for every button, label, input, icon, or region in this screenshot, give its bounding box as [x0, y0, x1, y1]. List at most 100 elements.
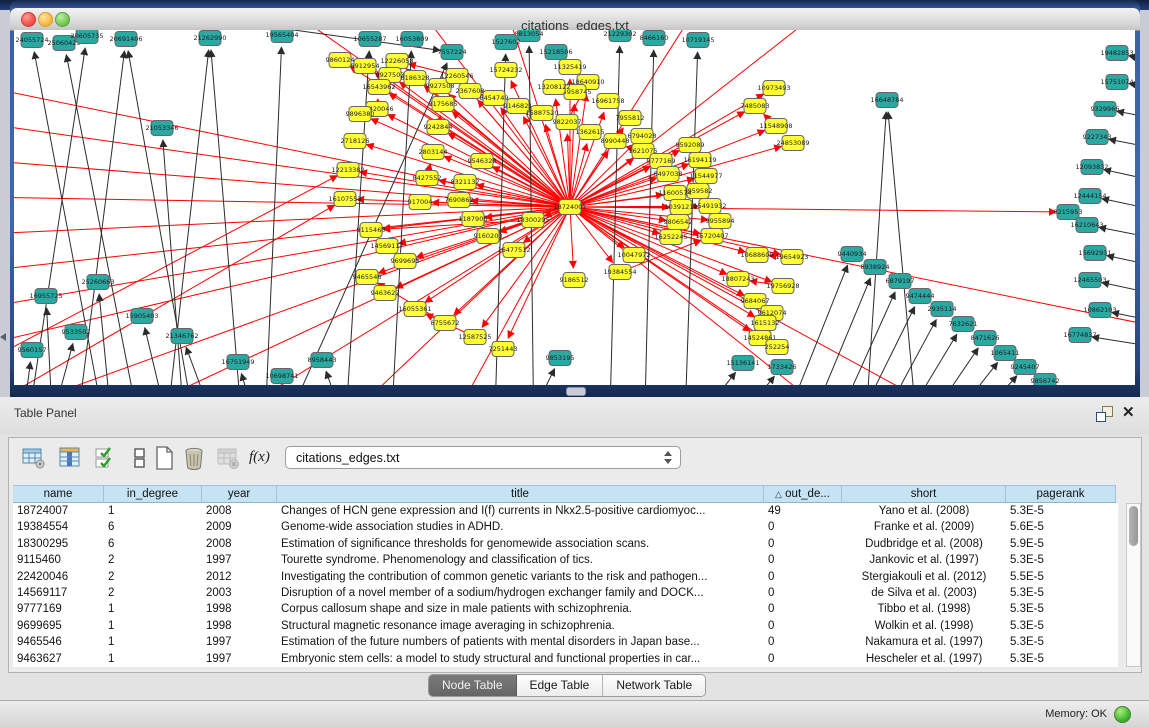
network-node[interactable]: 1733426 [768, 360, 797, 375]
network-edge[interactable] [1117, 111, 1135, 122]
network-node[interactable]: 10698741 [265, 369, 298, 384]
network-node[interactable]: 15692931 [1078, 246, 1111, 261]
network-node[interactable]: 11548908 [759, 119, 792, 134]
network-node[interactable]: 19756928 [766, 279, 799, 294]
network-edge[interactable] [714, 376, 774, 385]
network-node[interactable]: 15218506 [539, 45, 572, 60]
table-cell[interactable]: Changes of HCN gene expression and I(f) … [277, 503, 764, 519]
network-node[interactable]: 16648784 [870, 93, 903, 108]
column-header-name[interactable]: name [13, 485, 104, 503]
network-canvas[interactable]: 2405572425060425206057352069140621262990… [14, 30, 1135, 385]
network-node[interactable]: 917004 [408, 195, 433, 210]
table-cell[interactable]: 0 [764, 618, 842, 634]
table-cell[interactable]: Genome-wide association studies in ADHD. [277, 519, 764, 535]
network-edge[interactable] [1102, 199, 1135, 214]
stacked-boxes-icon[interactable] [127, 445, 153, 471]
network-node[interactable]: 8938924 [861, 260, 890, 275]
table-row[interactable]: 946554611997Estimation of the future num… [13, 634, 1118, 650]
table-cell[interactable]: Tourette syndrome. Phenomenology and cla… [277, 552, 764, 568]
network-node[interactable]: 16107553 [328, 192, 361, 207]
network-edge[interactable] [163, 140, 186, 385]
table-cell[interactable]: 49 [764, 503, 842, 519]
network-edge[interactable] [47, 308, 54, 385]
network-node[interactable]: 9329966 [1091, 102, 1120, 117]
network-node[interactable]: 9465546 [353, 270, 382, 285]
table-row[interactable]: 946362711997Embryonic stem cells: a mode… [13, 651, 1118, 667]
network-node[interactable]: 19654923 [775, 250, 808, 265]
network-node[interactable]: 2803144 [419, 145, 448, 160]
network-node[interactable]: 7690862 [445, 193, 474, 208]
table-row[interactable]: 911546021997Tourette syndrome. Phenomeno… [13, 552, 1118, 568]
network-edge[interactable] [19, 362, 30, 385]
table-row[interactable]: 2242004622012Investigating the contribut… [13, 569, 1118, 585]
table-cell[interactable]: 1 [104, 503, 202, 519]
column-header-in_degree[interactable]: in_degree [104, 485, 202, 503]
table-cell[interactable]: 1998 [202, 601, 277, 617]
table-row[interactable]: 1830029562008Estimation of significance … [13, 536, 1118, 552]
table-cell[interactable]: 9699695 [13, 618, 104, 634]
network-node[interactable]: 8427552 [413, 171, 442, 186]
network-node[interactable]: 6879197 [886, 274, 915, 289]
network-node[interactable]: 12465503 [1073, 273, 1106, 288]
network-node[interactable]: 8466160 [640, 31, 669, 46]
network-node[interactable]: 252254 [765, 340, 790, 355]
network-node[interactable]: 10973493 [757, 81, 790, 96]
network-node[interactable]: 10655287 [353, 32, 386, 47]
table-cell[interactable]: 1 [104, 634, 202, 650]
network-node[interactable]: 1527602 [492, 35, 521, 50]
network-node[interactable]: 7632621 [949, 317, 978, 332]
network-node[interactable]: 9242844 [424, 120, 453, 135]
network-node[interactable]: 10862103 [1083, 303, 1116, 318]
network-edge[interactable] [1099, 227, 1135, 242]
network-node[interactable]: 9245407 [1011, 360, 1040, 375]
table-cell[interactable]: Structural magnetic resonance image aver… [277, 618, 764, 634]
table-cell[interactable]: 0 [764, 651, 842, 667]
network-edge[interactable] [929, 362, 998, 385]
network-node[interactable]: 10719145 [681, 33, 714, 48]
table-cell[interactable]: 9463627 [13, 651, 104, 667]
network-edge[interactable] [1107, 256, 1135, 270]
table-cell[interactable]: 1 [104, 618, 202, 634]
table-row[interactable]: 1872400712008Changes of HCN gene express… [13, 503, 1118, 519]
table-row[interactable]: 1938455462009Genome-wide association stu… [13, 519, 1118, 535]
table-cell[interactable]: Jankovic et al. (1997) [842, 552, 1006, 568]
table-cell[interactable]: Disruption of a novel member of a sodium… [277, 585, 764, 601]
network-edge[interactable] [241, 374, 264, 385]
table-cell[interactable]: 6 [104, 519, 202, 535]
network-edge[interactable] [674, 372, 736, 385]
column-header-short[interactable]: short [842, 485, 1006, 503]
network-node[interactable]: 9699695 [391, 254, 420, 269]
table-cell[interactable]: 1997 [202, 552, 277, 568]
network-node[interactable]: 16774837 [1063, 328, 1096, 343]
network-node[interactable]: 9533502 [62, 325, 91, 340]
network-node[interactable]: 15136141 [726, 356, 759, 371]
table-cell[interactable]: Franke et al. (2009) [842, 519, 1006, 535]
network-node[interactable]: 7251443 [489, 342, 518, 357]
table-cell[interactable]: Estimation of the future numbers of pati… [277, 634, 764, 650]
network-node[interactable]: 3175685 [429, 97, 458, 112]
network-node[interactable]: 15751074 [1100, 75, 1133, 90]
table-cell[interactable]: 0 [764, 569, 842, 585]
network-node[interactable]: 9227343 [1083, 130, 1112, 145]
tab-edge-table[interactable]: Edge Table [517, 675, 604, 696]
table-cell[interactable]: Yano et al. (2008) [842, 503, 1006, 519]
network-node[interactable]: 15724232 [489, 63, 522, 78]
citation-network-graph[interactable]: 2405572425060425206057352069140621262990… [14, 30, 1135, 385]
table-cell[interactable]: 5.3E-5 [1006, 601, 1116, 617]
table-cell[interactable]: 22420046 [13, 569, 104, 585]
network-node[interactable]: 21346762 [165, 329, 198, 344]
network-node[interactable]: 16955725 [29, 289, 62, 304]
network-node[interactable]: 9186512 [560, 273, 589, 288]
table-row[interactable]: 977716911998Corpus callosum shape and si… [13, 601, 1118, 617]
network-node[interactable]: 21053346 [145, 121, 178, 136]
network-node[interactable]: 1065411 [991, 346, 1020, 361]
network-node[interactable]: 8990448 [601, 134, 630, 149]
table-cell[interactable]: Wolkin et al. (1998) [842, 618, 1006, 634]
table-cell[interactable]: 2008 [202, 503, 277, 519]
table-cell[interactable]: 6 [104, 536, 202, 552]
table-cell[interactable]: 0 [764, 519, 842, 535]
table-cell[interactable]: Dudbridge et al. (2008) [842, 536, 1006, 552]
table-cell[interactable]: 2012 [202, 569, 277, 585]
network-node[interactable]: 24853089 [776, 136, 809, 151]
table-cell[interactable]: 2 [104, 552, 202, 568]
